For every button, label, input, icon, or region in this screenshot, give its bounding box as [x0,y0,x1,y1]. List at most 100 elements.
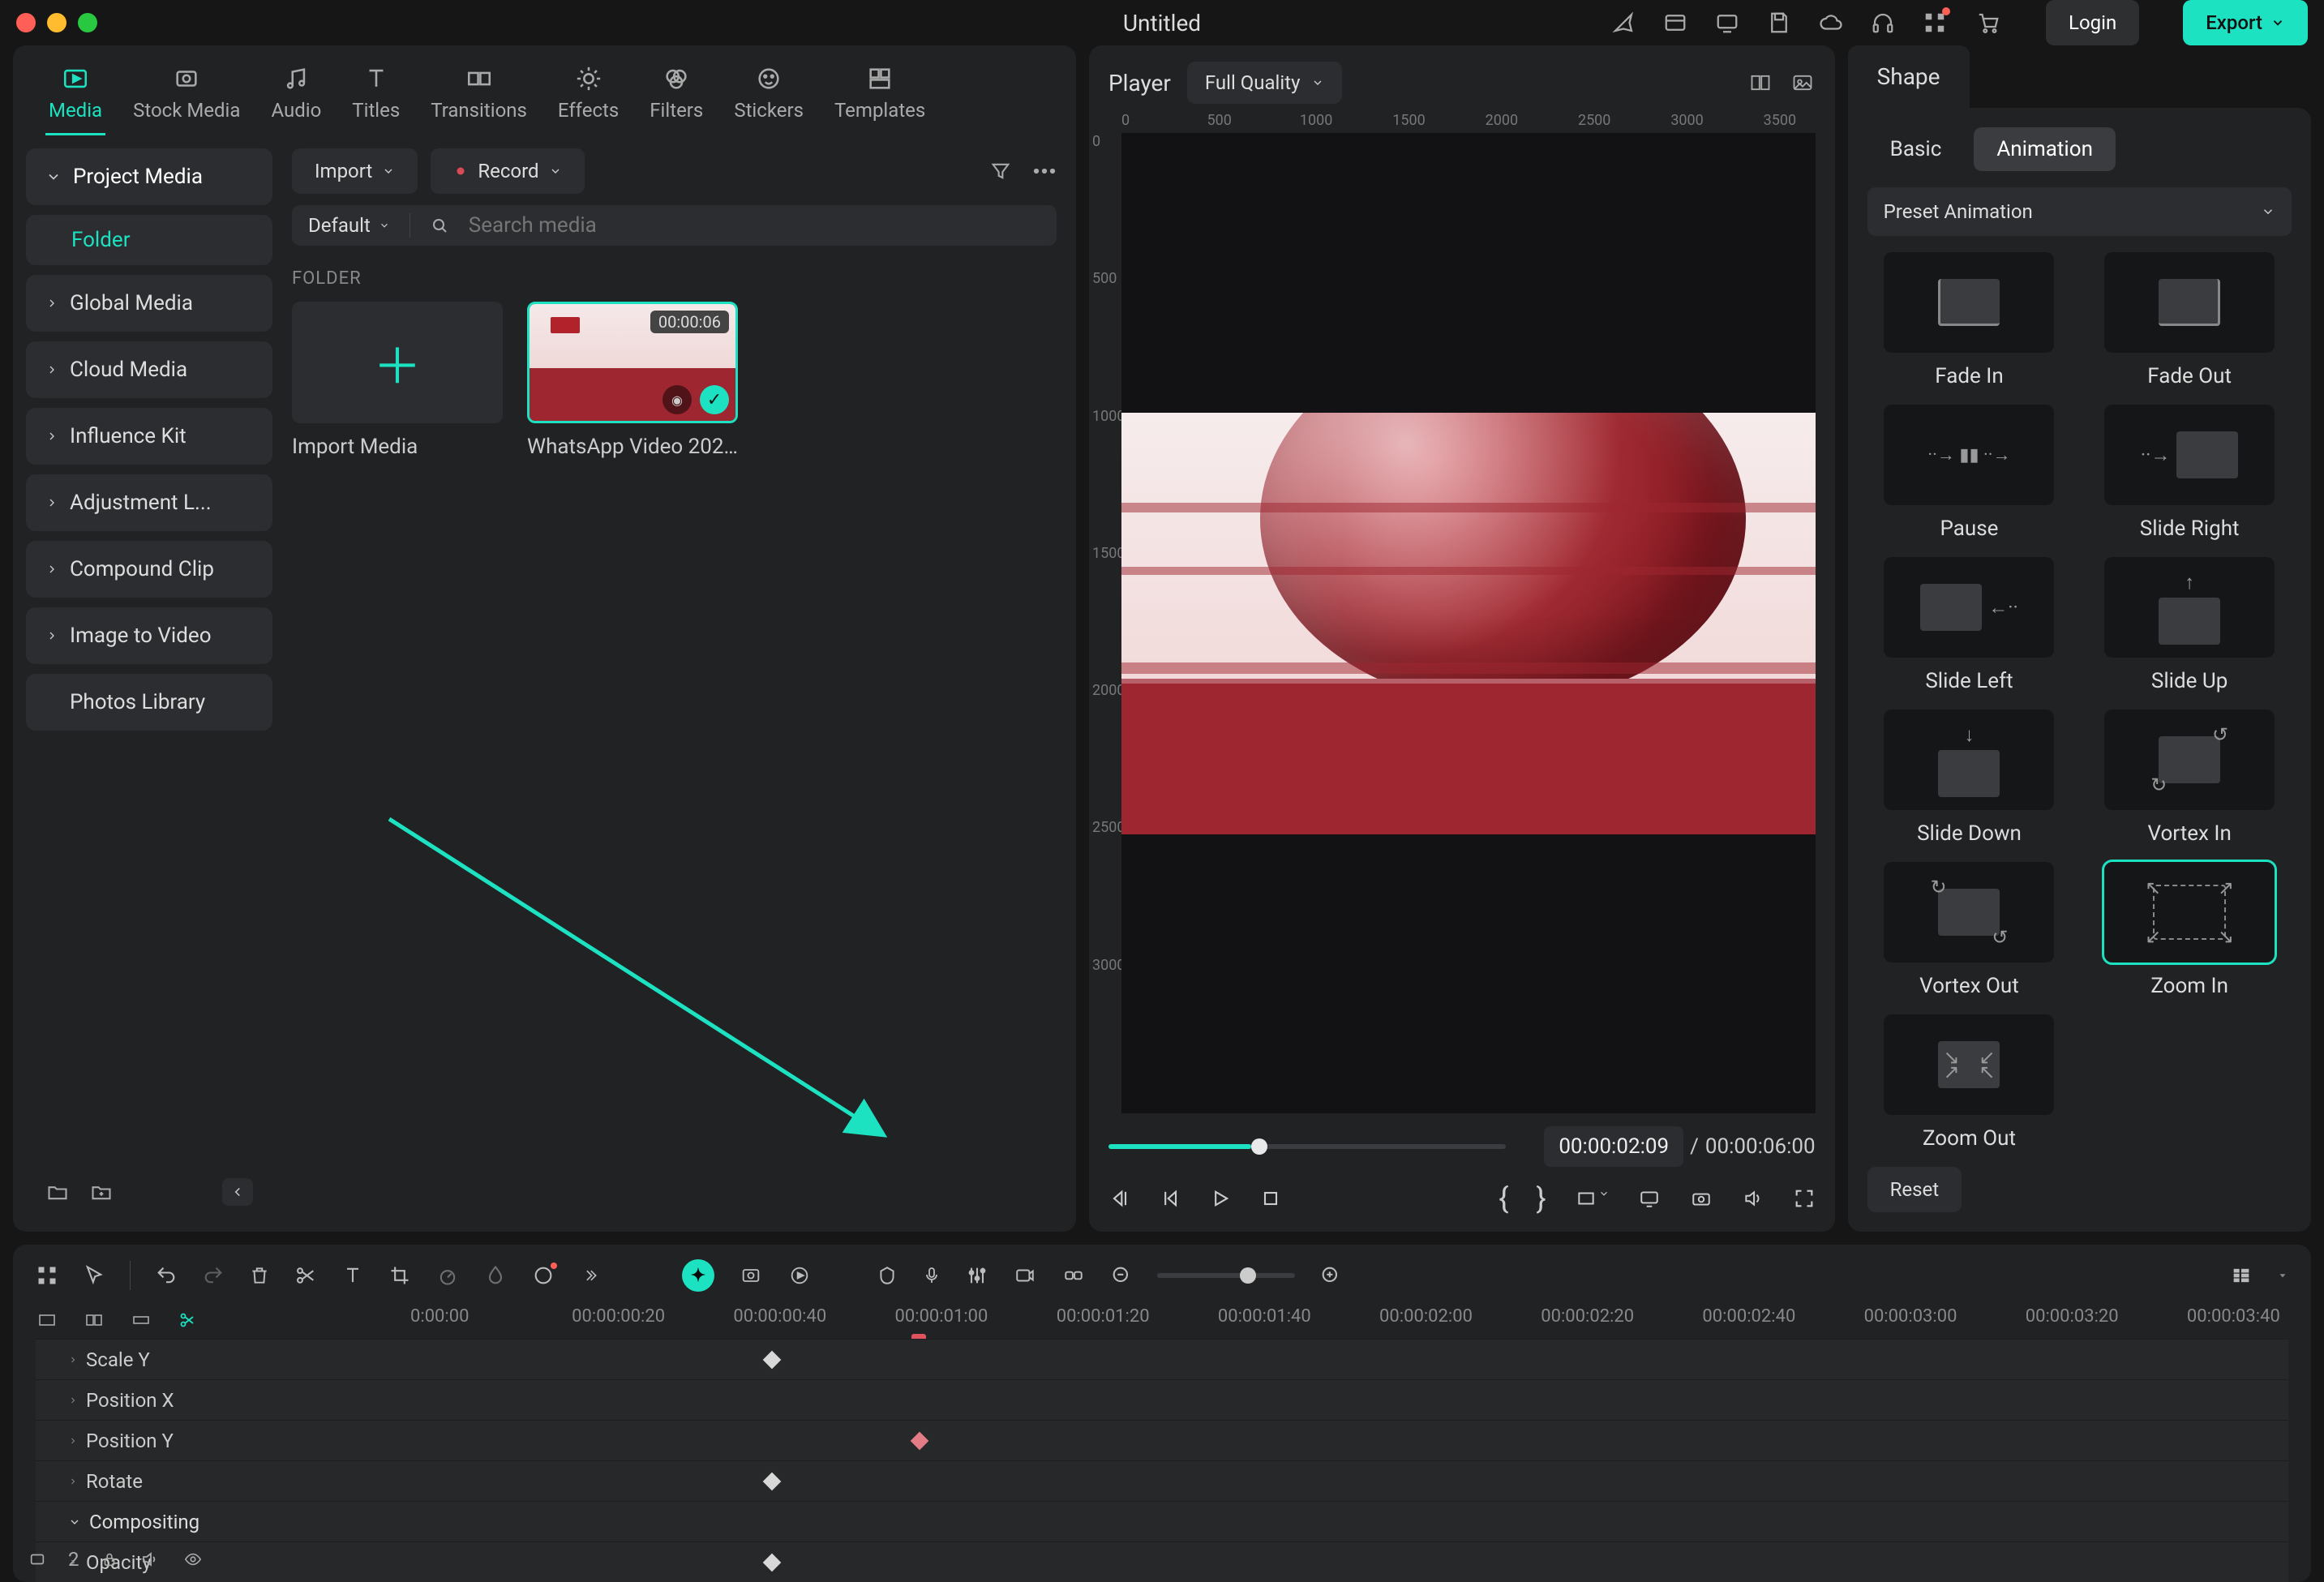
window-controls[interactable] [16,13,97,32]
player-viewport[interactable] [1121,133,1816,1113]
headphones-icon[interactable] [1871,11,1895,35]
tab-stickers[interactable]: Stickers [731,60,807,135]
sidebar-influence[interactable]: Influence Kit [26,408,272,465]
track-opacity[interactable]: Opacity [36,1541,2288,1582]
mark-in-icon[interactable]: { [1499,1181,1508,1215]
tab-filters[interactable]: Filters [646,60,706,135]
login-button[interactable]: Login [2046,0,2139,45]
cloud-icon[interactable] [1819,11,1843,35]
cart-icon[interactable] [1975,11,2002,35]
tab-templates[interactable]: Templates [831,60,928,135]
pointer-icon[interactable] [83,1264,105,1287]
mark-out-icon[interactable]: } [1536,1181,1546,1215]
more-tools-icon[interactable] [580,1267,601,1284]
collapse-icon[interactable] [222,1178,253,1206]
subtab-basic[interactable]: Basic [1867,127,1965,171]
keyframe[interactable] [911,1432,929,1451]
sidebar-global-media[interactable]: Global Media [26,275,272,332]
zoom-out-icon[interactable] [1110,1264,1133,1287]
step-back-icon[interactable] [1108,1187,1131,1210]
zoom-in-icon[interactable] [1319,1264,1342,1287]
grid-icon[interactable] [36,1264,58,1287]
tl-tool-a[interactable] [739,1264,763,1287]
link-icon[interactable] [1061,1265,1086,1286]
keyframe[interactable] [763,1473,782,1491]
layout-icon[interactable] [1663,11,1687,35]
tab-transitions[interactable]: Transitions [427,60,530,135]
track-position-y[interactable]: Position Y [36,1420,2288,1460]
sort-dropdown[interactable]: Default [308,214,390,237]
sidebar-photos[interactable]: Photos Library [26,674,272,731]
anim-pause[interactable]: ··→ ▮▮ ··→Pause [1867,405,2072,541]
anim-slide-right[interactable]: ··→Slide Right [2087,405,2292,541]
mic-icon[interactable] [922,1263,941,1288]
track-rotate[interactable]: Rotate [36,1460,2288,1501]
anim-fade-in[interactable]: Fade In [1867,252,2072,388]
track-position-x[interactable]: Position X [36,1379,2288,1420]
volume-icon[interactable] [1741,1188,1765,1209]
sidebar-project-media[interactable]: Project Media [26,148,272,205]
player-progress[interactable] [1108,1144,1506,1149]
ratio-icon[interactable] [1574,1188,1610,1209]
anim-slide-left[interactable]: ←··Slide Left [1867,557,2072,693]
search-input[interactable] [469,213,1040,238]
tl-row-d[interactable] [177,1310,199,1330]
import-media-card[interactable]: ＋ Import Media [292,302,503,459]
track-scale-y[interactable]: Scale Y [36,1339,2288,1379]
reset-button[interactable]: Reset [1867,1167,1962,1212]
tab-media[interactable]: Media [45,60,105,135]
anim-slide-up[interactable]: ↑Slide Up [2087,557,2292,693]
zoom-slider[interactable] [1157,1273,1295,1278]
play-icon[interactable] [1209,1187,1232,1210]
export-button[interactable]: Export [2183,0,2308,45]
delete-icon[interactable] [249,1264,270,1287]
media-clip[interactable]: 00:00:06 ◉ ✓ WhatsApp Video 202... [527,302,738,459]
fullscreen-icon[interactable] [1793,1187,1816,1210]
more-icon[interactable] [1032,168,1057,174]
visibility-icon[interactable] [182,1550,204,1568]
marker-icon[interactable] [877,1263,898,1288]
sidebar-folder[interactable]: Folder [26,215,272,265]
undo-icon[interactable] [155,1264,178,1287]
keyframe[interactable] [763,1351,782,1370]
track-compositing[interactable]: Compositing [36,1501,2288,1541]
mixer-icon[interactable] [966,1264,988,1287]
view-dd-icon[interactable] [2277,1270,2288,1281]
preset-dropdown[interactable]: Preset Animation [1867,187,2292,236]
sidebar-compound[interactable]: Compound Clip [26,541,272,598]
anim-vortex-in[interactable]: ↺↻Vortex In [2087,710,2292,846]
anim-vortex-out[interactable]: ↻↺Vortex Out [1867,862,2072,998]
anim-zoom-out[interactable]: ↘↙↗↖Zoom Out [1867,1014,2072,1151]
quality-dropdown[interactable]: Full Quality [1187,62,1343,104]
text-icon[interactable] [341,1264,364,1287]
sidebar-image2video[interactable]: Image to Video [26,607,272,664]
stop-icon[interactable] [1259,1187,1282,1210]
tl-row-a[interactable] [36,1310,58,1330]
anim-fade-out[interactable]: Fade Out [2087,252,2292,388]
tl-row-b[interactable] [83,1310,105,1330]
ai-badge[interactable]: ✦ [682,1259,714,1292]
anim-slide-down[interactable]: ↓Slide Down [1867,710,2072,846]
redo-icon[interactable] [202,1264,225,1287]
tab-audio[interactable]: Audio [268,60,324,135]
mute-icon[interactable] [139,1550,161,1569]
view-icon[interactable] [2230,1264,2253,1287]
new-folder-icon[interactable] [45,1181,70,1203]
sidebar-cloud-media[interactable]: Cloud Media [26,341,272,398]
anim-zoom-in[interactable]: ↖↗↙↘Zoom In [2087,862,2292,998]
snapshot-icon[interactable] [1689,1188,1713,1209]
screen-icon[interactable] [1715,11,1739,35]
tab-effects[interactable]: Effects [555,60,622,135]
tl-row-c[interactable] [130,1310,152,1330]
timeline-ruler[interactable]: 0:00:0000:00:00:2000:00:00:4000:00:01:00… [410,1306,2288,1334]
subtab-animation[interactable]: Animation [1974,127,2116,171]
save-icon[interactable] [1767,11,1791,35]
sidebar-adjustment[interactable]: Adjustment L... [26,474,272,531]
crop-icon[interactable] [388,1264,411,1287]
record-button[interactable]: Record [431,148,584,194]
notify-icon[interactable] [1611,11,1636,35]
import-button[interactable]: Import [292,148,418,194]
picture-icon[interactable] [1790,71,1816,94]
new-bin-icon[interactable] [89,1181,114,1203]
tab-titles[interactable]: Titles [349,60,403,135]
